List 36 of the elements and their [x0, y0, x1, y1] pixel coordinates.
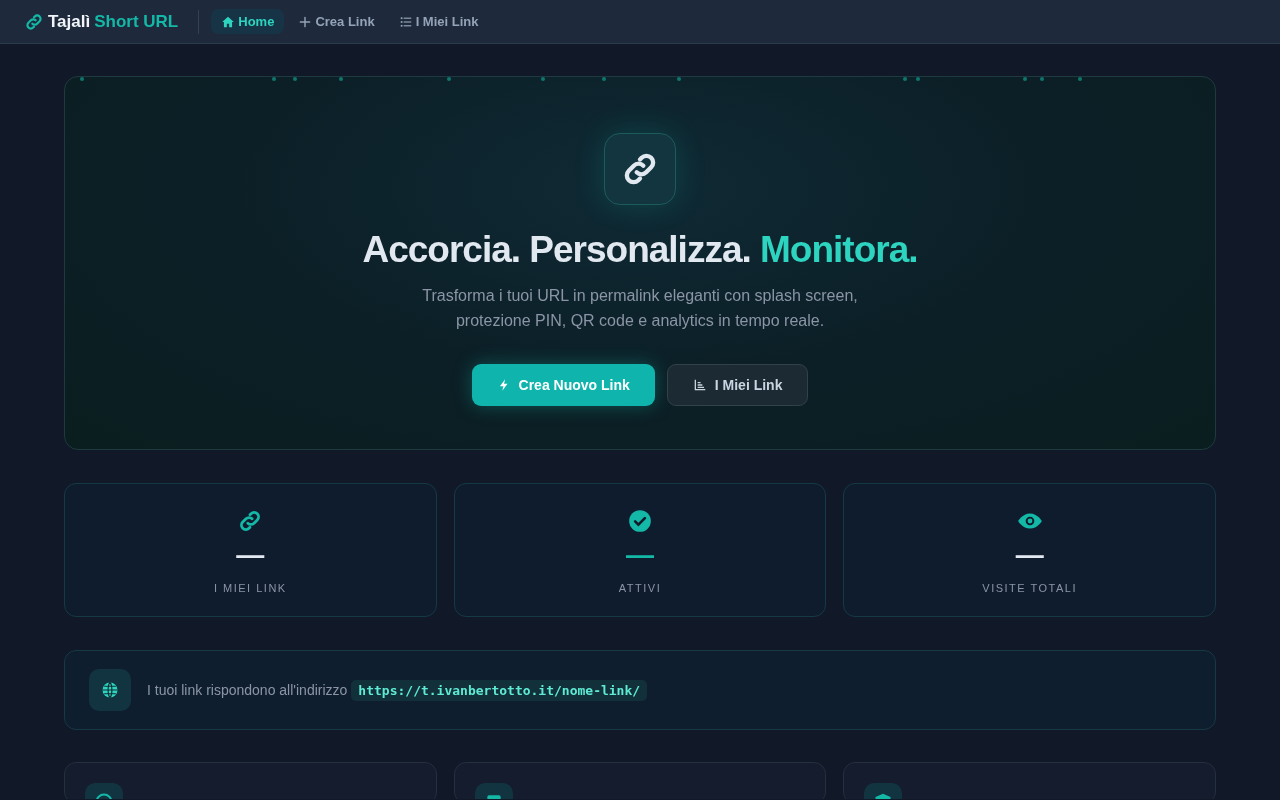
check-circle-icon [627, 508, 653, 534]
sparkle-dot [447, 77, 451, 81]
sparkle-dot [80, 77, 84, 81]
stat-value: — [236, 538, 265, 572]
sparkle-dot [272, 77, 276, 81]
hero-subtitle: Trasforma i tuoi URL in permalink eleganti con splash screen, protezione PIN, QR code e analytics in tempo reale. [421, 286, 859, 331]
stat-label: VISITE TOTALI [982, 582, 1077, 594]
chart-icon [692, 378, 707, 392]
stat-value: — [1015, 538, 1044, 572]
brand-name-accent: Short URL [94, 11, 179, 32]
url-code: https://t.ivanbertotto.it/nome-link/ [351, 679, 648, 701]
link-icon [24, 11, 44, 32]
sparkle-dot [339, 77, 343, 81]
plus-icon [298, 14, 313, 29]
sparkle-dot [1078, 77, 1082, 81]
stat-label: ATTIVI [618, 582, 662, 594]
sparkle-dot [677, 77, 681, 81]
my-links-button[interactable]: I Miei Link [666, 364, 809, 406]
hero-title: Accorcia. Personalizza. Monitora. [362, 229, 918, 271]
nav-link[interactable]: Crea Link [288, 9, 385, 34]
nav-link[interactable]: I Miei Link [388, 9, 489, 34]
sparkle-dot [903, 77, 907, 81]
sparkle-dot [541, 77, 545, 81]
stat-label: I MIEI LINK [213, 582, 287, 594]
globe-icon [100, 680, 120, 700]
nav-link[interactable]: Home [211, 9, 285, 34]
sparkle-dot [602, 77, 606, 81]
sparkle-dot [916, 77, 920, 81]
list-icon [398, 14, 413, 29]
stat-value: — [626, 538, 654, 572]
sparkle-dot [293, 77, 297, 81]
sparkle-dot [1023, 77, 1027, 81]
home-icon [221, 14, 236, 29]
notice-text: I tuoi link rispondono all'indirizzo [147, 682, 348, 698]
brand-name: Tajalì [48, 11, 91, 32]
sparkle-dot [1040, 77, 1044, 81]
